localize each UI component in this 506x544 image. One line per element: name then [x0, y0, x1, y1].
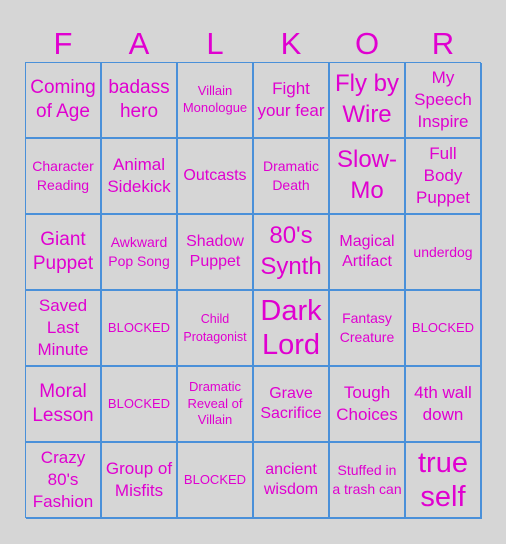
title-letter: F [53, 25, 73, 61]
cell-label: true self [418, 446, 468, 513]
title-letter: L [206, 25, 224, 61]
cell-label: BLOCKED [183, 471, 247, 487]
cell-label: Child Protagonist [183, 311, 247, 344]
bingo-cell[interactable]: Dramatic Reveal of Villain [178, 367, 254, 443]
cell-label: Full Body Puppet [416, 143, 470, 208]
bingo-title-header: F A L K O R [25, 24, 481, 62]
bingo-cell[interactable]: badass hero [102, 63, 178, 139]
cell-label: Moral Lesson [32, 381, 94, 426]
cell-label: Fight your fear [257, 78, 325, 120]
bingo-cell[interactable]: Saved Last Minute [26, 291, 102, 367]
title-letter: K [280, 25, 302, 61]
cell-label: Tough Choices [336, 382, 398, 424]
cell-label: Dark Lord [260, 294, 322, 361]
bingo-cell[interactable]: Slow-Mo [330, 139, 406, 215]
cell-label: Slow-Mo [336, 146, 397, 204]
bingo-cell[interactable]: My Speech Inspire [406, 63, 482, 139]
cell-label: Villain Monologue [182, 83, 248, 115]
bingo-cell[interactable]: Dramatic Death [254, 139, 330, 215]
bingo-cell[interactable]: Dark Lord [254, 291, 330, 367]
cell-label: ancient wisdom [263, 461, 319, 498]
bingo-cell[interactable]: Child Protagonist [178, 291, 254, 367]
bingo-cell[interactable]: Coming of Age [26, 63, 102, 139]
cell-label: BLOCKED [411, 319, 475, 335]
bingo-cell-blocked[interactable]: BLOCKED [178, 443, 254, 519]
bingo-cell[interactable]: Villain Monologue [178, 63, 254, 139]
cell-label: Group of Misfits [105, 458, 173, 500]
cell-label: Coming of Age [30, 77, 96, 122]
cell-label: Dramatic Reveal of Villain [187, 378, 243, 428]
bingo-cell-blocked[interactable]: BLOCKED [102, 367, 178, 443]
bingo-cell[interactable]: Moral Lesson [26, 367, 102, 443]
title-letter: A [128, 25, 150, 61]
cell-label: Grave Sacrifice [260, 385, 322, 422]
bingo-cell[interactable]: 80's Synth [254, 215, 330, 291]
cell-label: BLOCKED [107, 395, 171, 411]
title-letter: O [354, 25, 380, 61]
bingo-cell[interactable]: ancient wisdom [254, 443, 330, 519]
cell-label: badass hero [108, 77, 170, 122]
cell-label: Magical Artifact [339, 233, 395, 270]
cell-label: underdog [413, 243, 473, 260]
bingo-cell-blocked[interactable]: BLOCKED [102, 291, 178, 367]
cell-label: Outcasts [183, 167, 247, 184]
bingo-cell[interactable]: Awkward Pop Song [102, 215, 178, 291]
cell-label: Saved Last Minute [37, 295, 89, 360]
bingo-cell[interactable]: Crazy 80's Fashion [26, 443, 102, 519]
bingo-cell[interactable]: Fight your fear [254, 63, 330, 139]
bingo-cell[interactable]: Full Body Puppet [406, 139, 482, 215]
title-letter: R [431, 25, 455, 61]
cell-label: Animal Sidekick [107, 154, 171, 196]
bingo-cell[interactable]: Character Reading [26, 139, 102, 215]
bingo-cell[interactable]: Outcasts [178, 139, 254, 215]
cell-label: Fly by Wire [334, 70, 399, 128]
bingo-cell[interactable]: Grave Sacrifice [254, 367, 330, 443]
cell-label: Stuffed in a trash can [332, 462, 402, 497]
cell-label: Fantasy Creature [339, 310, 395, 345]
cell-label: 4th wall down [414, 382, 472, 424]
cell-label: BLOCKED [107, 319, 171, 335]
bingo-cell-blocked[interactable]: BLOCKED [406, 291, 482, 367]
bingo-cell[interactable]: Shadow Puppet [178, 215, 254, 291]
bingo-cell[interactable]: Giant Puppet [26, 215, 102, 291]
cell-label: Dramatic Death [262, 158, 319, 193]
cell-label: Shadow Puppet [186, 233, 244, 270]
bingo-cell[interactable]: Magical Artifact [330, 215, 406, 291]
cell-label: Awkward Pop Song [108, 234, 170, 269]
bingo-cell[interactable]: Tough Choices [330, 367, 406, 443]
cell-label: 80's Synth [260, 222, 322, 280]
bingo-cell[interactable]: Fly by Wire [330, 63, 406, 139]
bingo-cell[interactable]: Animal Sidekick [102, 139, 178, 215]
cell-label: Character Reading [32, 158, 94, 193]
bingo-cell[interactable]: Group of Misfits [102, 443, 178, 519]
bingo-cell[interactable]: Stuffed in a trash can [330, 443, 406, 519]
bingo-board: Coming of Age badass hero Villain Monolo… [25, 62, 482, 519]
cell-label: Crazy 80's Fashion [32, 447, 94, 512]
bingo-cell[interactable]: Fantasy Creature [330, 291, 406, 367]
cell-label: Giant Puppet [32, 229, 94, 274]
bingo-cell[interactable]: underdog [406, 215, 482, 291]
bingo-cell[interactable]: 4th wall down [406, 367, 482, 443]
cell-label: My Speech Inspire [414, 67, 472, 132]
bingo-cell[interactable]: true self [406, 443, 482, 519]
